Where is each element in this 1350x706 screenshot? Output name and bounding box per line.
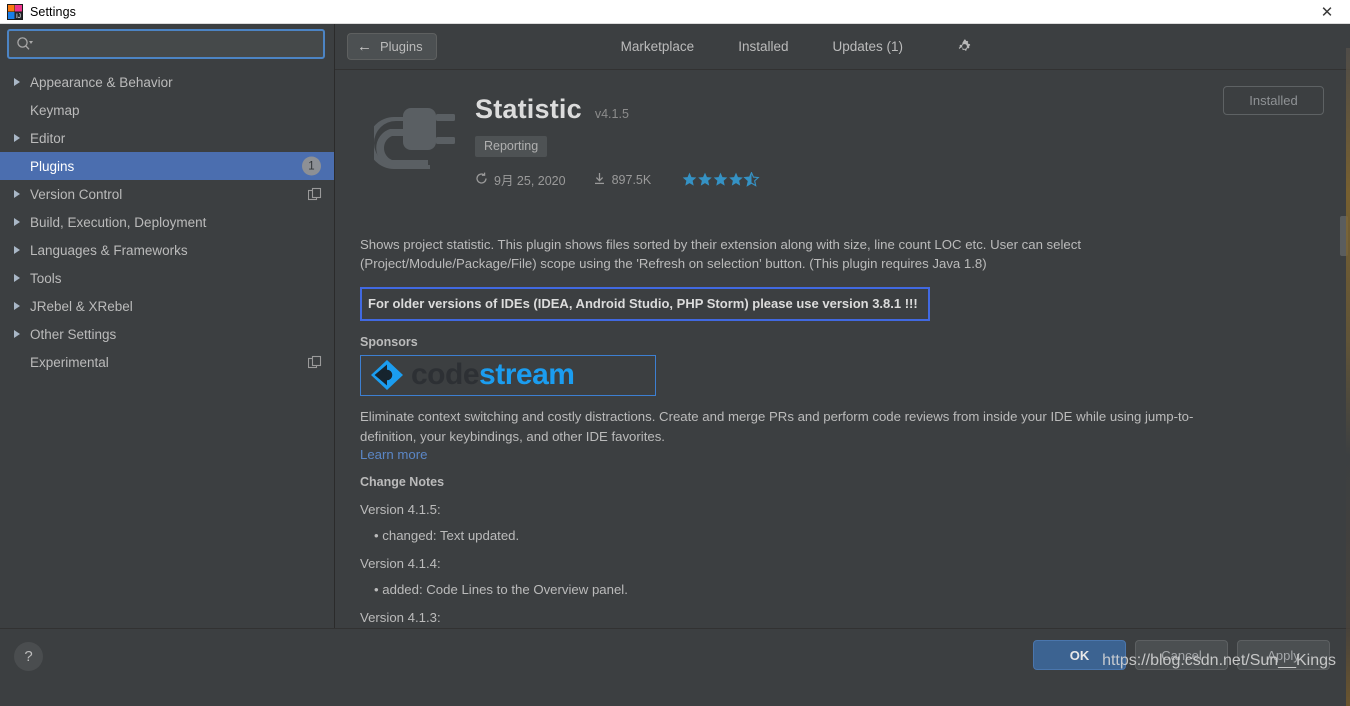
plugin-detail-pane: Statistic v4.1.5 Reporting <box>335 70 1350 628</box>
sidebar-item-label: Build, Execution, Deployment <box>26 215 206 230</box>
sidebar-search-row <box>0 24 334 59</box>
dialog-footer: ? OK Cancel Apply https://blog.csdn.net/… <box>0 628 1350 682</box>
tab-installed[interactable]: Installed <box>716 39 810 54</box>
chevron-right-icon <box>8 218 26 226</box>
project-scope-icon <box>308 355 322 369</box>
search-box[interactable] <box>7 29 325 59</box>
plugin-version-notice: For older versions of IDEs (IDEA, Androi… <box>360 287 930 321</box>
plugin-downloads-count: 897.5K <box>612 173 652 187</box>
sidebar-item-plugins[interactable]: Plugins 1 <box>0 152 334 180</box>
sidebar-item-label: Plugins <box>26 159 74 174</box>
cancel-button[interactable]: Cancel <box>1135 640 1228 670</box>
change-note-version: Version 4.1.4: <box>360 556 1322 571</box>
settings-dialog-body: Appearance & Behavior Keymap Editor Plug… <box>0 24 1350 682</box>
sponsors-heading: Sponsors <box>360 335 1322 349</box>
sidebar-item-label: Other Settings <box>26 327 116 342</box>
sidebar-item-editor[interactable]: Editor <box>0 124 334 152</box>
back-to-plugins-button[interactable]: ← Plugins <box>347 33 437 60</box>
chevron-right-icon <box>8 78 26 86</box>
intellij-idea-icon: IJ <box>7 4 23 20</box>
sidebar-item-label: JRebel & XRebel <box>26 299 133 314</box>
sidebar-item-label: Editor <box>26 131 65 146</box>
project-scope-icon <box>308 187 322 201</box>
chevron-right-icon <box>8 302 26 310</box>
plugin-category-tag[interactable]: Reporting <box>475 136 547 157</box>
chevron-right-icon <box>8 246 26 254</box>
plugins-update-badge: 1 <box>302 157 321 176</box>
plugins-tabs: Marketplace Installed Updates (1) <box>599 39 925 54</box>
search-icon <box>16 36 34 52</box>
sidebar-item-label: Tools <box>26 271 62 286</box>
sidebar-item-version-control[interactable]: Version Control <box>0 180 334 208</box>
tab-marketplace[interactable]: Marketplace <box>599 39 717 54</box>
plugin-rating-stars <box>682 172 760 188</box>
close-icon[interactable]: ✕ <box>1304 0 1350 24</box>
settings-tree: Appearance & Behavior Keymap Editor Plug… <box>0 68 334 376</box>
plugin-description: Shows project statistic. This plugin sho… <box>360 235 1190 274</box>
sidebar-item-experimental[interactable]: Experimental <box>0 348 334 376</box>
change-note-bullet: • added: Code Lines to the Overview pane… <box>374 582 1322 597</box>
sidebar-item-tools[interactable]: Tools <box>0 264 334 292</box>
plugin-title-row: Statistic v4.1.5 <box>475 94 760 125</box>
window-title: Settings <box>30 5 76 19</box>
plugin-header: Statistic v4.1.5 Reporting <box>360 90 1322 189</box>
sidebar-item-label: Version Control <box>26 187 122 202</box>
change-note-version: Version 4.1.5: <box>360 502 1322 517</box>
ok-button[interactable]: OK <box>1033 640 1126 670</box>
sidebar-item-other-settings[interactable]: Other Settings <box>0 320 334 348</box>
search-input[interactable] <box>34 37 323 51</box>
plugin-tag-row: Reporting <box>475 136 760 157</box>
sidebar-item-appearance-behavior[interactable]: Appearance & Behavior <box>0 68 334 96</box>
sidebar-item-label: Experimental <box>26 355 109 370</box>
codestream-word-code: code <box>411 358 479 391</box>
download-icon <box>593 172 606 188</box>
plugins-toolbar: ← Plugins Marketplace Installed Updates … <box>335 24 1350 70</box>
sponsor-description: Eliminate context switching and costly d… <box>360 407 1225 447</box>
window-titlebar: IJ Settings ✕ <box>0 0 1350 24</box>
chevron-right-icon <box>8 274 26 282</box>
change-notes-heading: Change Notes <box>360 475 1322 489</box>
learn-more-link[interactable]: Learn more <box>360 447 1322 462</box>
plugin-name: Statistic <box>475 94 582 125</box>
gear-icon[interactable] <box>953 36 975 58</box>
plugin-updated-date: 9月 25, 2020 <box>494 170 566 189</box>
svg-text:IJ: IJ <box>16 13 21 20</box>
codestream-logo-icon <box>369 359 405 391</box>
change-note-version: Version 4.1.3: <box>360 610 1322 625</box>
help-button[interactable]: ? <box>14 642 43 671</box>
plugin-downloads: 897.5K <box>593 172 652 188</box>
plugin-meta-row: 9月 25, 2020 897.5K <box>475 170 760 189</box>
codestream-sponsor-banner[interactable]: codestream <box>360 355 656 396</box>
apply-button[interactable]: Apply <box>1237 640 1330 670</box>
sidebar-item-label: Keymap <box>26 103 80 118</box>
arrow-left-icon: ← <box>357 39 372 54</box>
chevron-right-icon <box>8 134 26 142</box>
plugins-content-panel: ← Plugins Marketplace Installed Updates … <box>335 24 1350 628</box>
codestream-word-stream: stream <box>479 358 574 391</box>
sidebar-item-label: Appearance & Behavior <box>26 75 173 90</box>
sidebar-item-languages-frameworks[interactable]: Languages & Frameworks <box>0 236 334 264</box>
sidebar-item-jrebel-xrebel[interactable]: JRebel & XRebel <box>0 292 334 320</box>
change-note-bullet: • changed: Text updated. <box>374 528 1322 543</box>
plugin-version: v4.1.5 <box>595 107 629 121</box>
back-button-label: Plugins <box>380 39 423 54</box>
window-edge-highlight <box>1346 48 1350 706</box>
plugin-plug-icon <box>374 99 458 183</box>
sidebar-item-keymap[interactable]: Keymap <box>0 96 334 124</box>
chevron-right-icon <box>8 330 26 338</box>
settings-sidebar: Appearance & Behavior Keymap Editor Plug… <box>0 24 335 628</box>
sidebar-item-build-execution-deployment[interactable]: Build, Execution, Deployment <box>0 208 334 236</box>
refresh-icon <box>475 172 488 188</box>
sidebar-item-label: Languages & Frameworks <box>26 243 188 258</box>
installed-button[interactable]: Installed <box>1223 86 1324 115</box>
tab-updates[interactable]: Updates (1) <box>810 39 925 54</box>
plugin-updated: 9月 25, 2020 <box>475 170 566 189</box>
chevron-right-icon <box>8 190 26 198</box>
dialog-button-group: OK Cancel Apply <box>1033 640 1330 670</box>
codestream-wordmark: codestream <box>411 360 574 390</box>
